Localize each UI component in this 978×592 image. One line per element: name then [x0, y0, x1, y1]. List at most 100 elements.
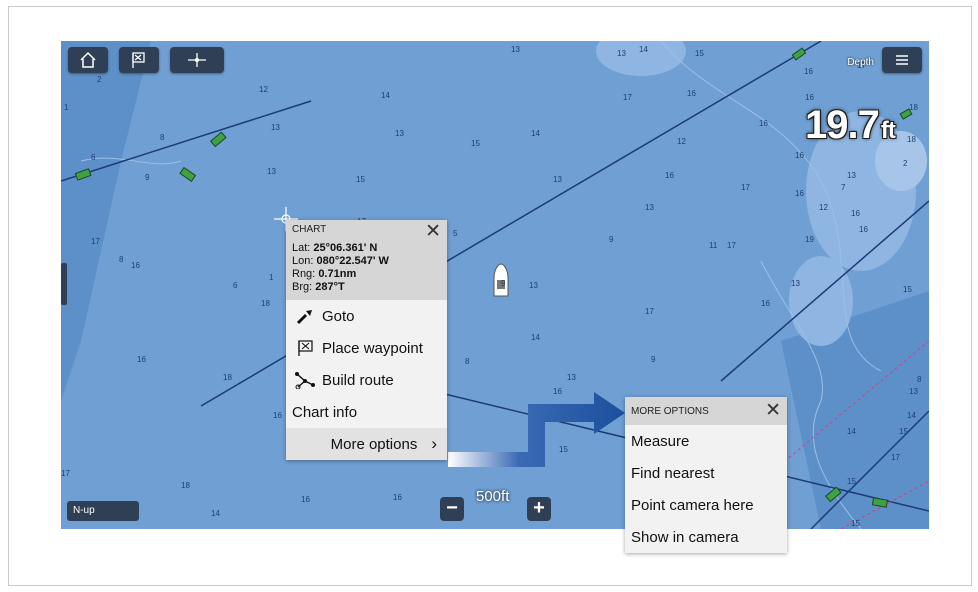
sounding: 13 — [271, 123, 280, 132]
chart-context-menu: CHART ✕ Lat: 25°06.361' N Lon: 080°22.54… — [286, 220, 447, 460]
cursor-position-info: Lat: 25°06.361' N Lon: 080°22.547' W Rng… — [292, 242, 441, 294]
sounding: 14 — [531, 129, 540, 138]
rng-value: 0.71nm — [318, 268, 357, 280]
sounding: 16 — [665, 171, 674, 180]
menu-item-chart-info[interactable]: Chart info — [286, 396, 447, 428]
brg-label: Brg: — [292, 281, 313, 293]
menu-item-goto[interactable]: Goto — [286, 300, 447, 332]
brg-value: 287°T — [315, 281, 345, 293]
sounding: 8 — [917, 375, 922, 384]
lat-value: 25°06.361' N — [313, 242, 378, 254]
depth-readout[interactable]: 19.7ft — [805, 103, 896, 151]
sounding: 16 — [859, 225, 868, 234]
sounding: 13 — [511, 45, 520, 54]
depth-unit: ft — [880, 117, 896, 144]
menu-item-point-camera-here[interactable]: Point camera here — [625, 489, 787, 521]
more-options-header: MORE OPTIONS ✕ — [625, 397, 787, 425]
place-waypoint-button[interactable] — [119, 47, 159, 73]
sounding: 15 — [903, 285, 912, 294]
place-waypoint-icon — [294, 338, 316, 358]
sounding: 8 — [160, 133, 165, 142]
lon-label: Lon: — [292, 255, 314, 267]
orientation-button[interactable]: N-up — [67, 501, 139, 521]
menu-item-build-route[interactable]: Build route — [286, 364, 447, 396]
menu-item-find-nearest[interactable]: Find nearest — [625, 457, 787, 489]
menu-item-label: Build route — [322, 371, 394, 389]
cursor-button[interactable] — [170, 47, 224, 73]
chevron-right-icon: › — [431, 434, 437, 453]
sounding: 9 — [501, 279, 506, 288]
menu-item-more-options[interactable]: More options › — [286, 428, 447, 460]
menu-item-measure[interactable]: Measure — [625, 425, 787, 457]
sounding: 13 — [909, 387, 918, 396]
sounding: 16 — [687, 89, 696, 98]
sounding: 17 — [891, 453, 900, 462]
menu-item-label: Chart info — [292, 403, 358, 421]
sounding: 16 — [301, 495, 310, 504]
waypoint-flag-icon — [132, 52, 145, 68]
sounding: 6 — [91, 153, 96, 162]
sounding: 14 — [381, 91, 390, 100]
sounding: 5 — [453, 229, 458, 238]
sounding: 13 — [529, 281, 538, 290]
zoom-out-button[interactable]: − — [440, 497, 464, 521]
sounding: 15 — [356, 175, 365, 184]
home-icon — [80, 51, 96, 68]
sounding: 16 — [851, 209, 860, 218]
sounding: 13 — [791, 279, 800, 288]
sounding: 17 — [61, 469, 70, 478]
home-button[interactable] — [68, 47, 108, 73]
scale-label: 500ft — [476, 488, 510, 505]
menu-item-label: Place waypoint — [322, 339, 423, 357]
sounding: 18 — [261, 299, 270, 308]
build-route-icon — [294, 370, 316, 390]
rng-label: Rng: — [292, 268, 316, 280]
sounding: 8 — [119, 255, 124, 264]
sounding: 15 — [695, 49, 704, 58]
shallow-patch — [789, 256, 853, 346]
sounding: 16 — [137, 355, 146, 364]
sounding: 16 — [553, 387, 562, 396]
sounding: 17 — [91, 237, 100, 246]
chart-view[interactable]: 2 13 13 14 15 17 16 18 1 8 12 13 14 13 1… — [61, 41, 929, 529]
menu-item-show-in-camera[interactable]: Show in camera — [625, 521, 787, 553]
more-options-label: More options — [330, 435, 418, 453]
sounding: 17 — [645, 307, 654, 316]
sounding: 16 — [273, 411, 282, 420]
sounding: 14 — [907, 411, 916, 420]
sounding: 14 — [531, 333, 540, 342]
close-icon[interactable]: ✕ — [765, 401, 781, 420]
sounding: 13 — [567, 373, 576, 382]
sounding: 18 — [907, 135, 916, 144]
sounding: 19 — [805, 235, 814, 244]
sounding: 6 — [233, 281, 238, 290]
sounding: 16 — [393, 493, 402, 502]
sounding: 14 — [211, 509, 220, 518]
sounding: 16 — [761, 299, 770, 308]
sounding: 15 — [899, 427, 908, 436]
hamburger-menu-icon — [896, 55, 908, 65]
sounding: 17 — [741, 183, 750, 192]
depth-value: 19.7 — [805, 103, 880, 147]
sounding: 1 — [64, 103, 69, 112]
sounding: 2 — [903, 159, 908, 168]
menu-item-label: Goto — [322, 307, 355, 325]
sounding: 1 — [269, 273, 274, 282]
context-menu-header: CHART ✕ Lat: 25°06.361' N Lon: 080°22.54… — [286, 220, 447, 300]
sounding: 16 — [759, 119, 768, 128]
sounding: 16 — [804, 67, 813, 76]
sounding: 9 — [609, 235, 614, 244]
deep-water-area — [61, 41, 151, 401]
sounding: 17 — [727, 241, 736, 250]
close-icon[interactable]: ✕ — [425, 222, 441, 241]
sounding: 18 — [223, 373, 232, 382]
sounding: 18 — [909, 103, 918, 112]
sounding: 18 — [181, 481, 190, 490]
zoom-in-button[interactable]: + — [527, 497, 551, 521]
menu-button[interactable] — [882, 47, 922, 73]
sounding: 15 — [847, 477, 856, 486]
menu-item-place-waypoint[interactable]: Place waypoint — [286, 332, 447, 364]
sounding: 15 — [559, 445, 568, 454]
sounding: 12 — [677, 137, 686, 146]
sounding: 8 — [465, 357, 470, 366]
